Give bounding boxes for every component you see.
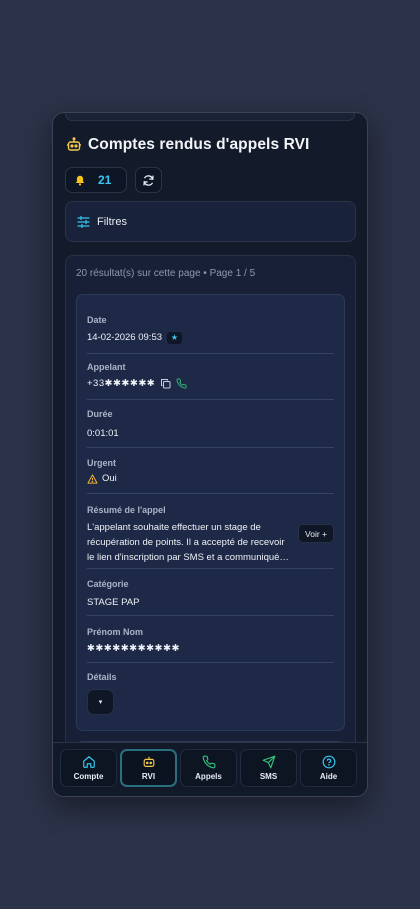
bell-icon bbox=[75, 175, 85, 186]
urgent-value: Oui bbox=[102, 473, 117, 485]
duration-value: 0:01:01 bbox=[87, 428, 119, 439]
notification-count: 21 bbox=[98, 173, 112, 187]
phone-icon bbox=[202, 755, 216, 769]
nav-sms[interactable]: SMS bbox=[240, 749, 297, 787]
duration-label: Durée bbox=[87, 409, 113, 419]
phone-call-icon[interactable] bbox=[176, 378, 187, 389]
copy-icon[interactable] bbox=[160, 378, 171, 389]
divider bbox=[87, 615, 334, 616]
urgent-label: Urgent bbox=[87, 458, 116, 468]
summary-label: Résumé de l'appel bbox=[87, 505, 166, 515]
nav-aide[interactable]: Aide bbox=[300, 749, 357, 787]
nav-rvi[interactable]: RVI bbox=[120, 749, 177, 787]
category-field: Catégorie STAGE PAP bbox=[87, 579, 334, 608]
summary-value: L'appelant souhaite effectuer un stage d… bbox=[87, 522, 289, 563]
category-label: Catégorie bbox=[87, 579, 129, 589]
nav-compte[interactable]: Compte bbox=[60, 749, 117, 787]
nav-label: Appels bbox=[195, 772, 222, 781]
nav-label: Aide bbox=[319, 772, 338, 781]
caller-label: Appelant bbox=[87, 362, 126, 372]
divider bbox=[87, 353, 334, 354]
date-value: 14-02-2026 09:53 bbox=[87, 332, 163, 344]
page-header: Comptes rendus d'appels RVI bbox=[66, 135, 357, 155]
top-bar bbox=[65, 113, 355, 121]
home-icon bbox=[82, 755, 96, 769]
details-label: Détails bbox=[87, 672, 117, 682]
date-field: Date 14-02-2026 09:53 ★ bbox=[87, 315, 334, 344]
details-expand-button[interactable]: ▾ bbox=[87, 689, 114, 715]
send-icon bbox=[262, 755, 276, 769]
summary-field: Résumé de l'appel L'appelant souhaite ef… bbox=[87, 505, 334, 565]
filters-label: Filtres bbox=[97, 215, 127, 228]
divider bbox=[87, 662, 334, 663]
nav-label: RVI bbox=[141, 772, 156, 781]
refresh-icon bbox=[142, 174, 155, 187]
warning-icon bbox=[87, 474, 98, 484]
category-value: STAGE PAP bbox=[87, 597, 140, 608]
date-label: Date bbox=[87, 315, 107, 325]
notifications-chip[interactable]: 21 bbox=[65, 167, 127, 193]
nav-label: Compte bbox=[73, 772, 104, 781]
app-frame: Comptes rendus d'appels RVI 21 Filtres 2… bbox=[52, 112, 368, 797]
name-label: Prénom Nom bbox=[87, 627, 144, 637]
divider bbox=[87, 399, 334, 400]
caller-field: Appelant +33✱✱✱✱✱✱ bbox=[87, 362, 334, 389]
divider bbox=[87, 568, 334, 569]
page-title: Comptes rendus d'appels RVI bbox=[88, 136, 310, 153]
nav-appels[interactable]: Appels bbox=[180, 749, 237, 787]
robot-icon bbox=[66, 137, 82, 153]
toolbar: 21 bbox=[65, 167, 162, 193]
name-field: Prénom Nom ✱✱✱✱✱✱✱✱✱✱✱ bbox=[87, 627, 334, 654]
bottom-nav: Compte RVI Appels SMS Aide bbox=[53, 742, 367, 796]
star-icon[interactable]: ★ bbox=[167, 332, 183, 344]
nav-label: SMS bbox=[259, 772, 278, 781]
results-summary: 20 résultat(s) sur cette page • Page 1 /… bbox=[76, 268, 256, 279]
divider bbox=[87, 447, 334, 448]
help-icon bbox=[322, 755, 336, 769]
call-record-card: Date 14-02-2026 09:53 ★ Appelant +33✱✱✱✱… bbox=[76, 294, 345, 731]
duration-field: Durée 0:01:01 bbox=[87, 409, 334, 439]
sliders-icon bbox=[77, 215, 90, 228]
robot-icon bbox=[142, 755, 156, 769]
urgent-field: Urgent Oui bbox=[87, 458, 334, 484]
filters-toggle[interactable]: Filtres bbox=[65, 201, 356, 242]
details-field: Détails ▾ bbox=[87, 672, 334, 715]
results-panel: 20 résultat(s) sur cette page • Page 1 /… bbox=[65, 255, 356, 781]
see-more-button[interactable]: Voir + bbox=[298, 524, 334, 543]
divider bbox=[87, 493, 334, 494]
caller-value: +33✱✱✱✱✱✱ bbox=[87, 377, 156, 389]
refresh-button[interactable] bbox=[135, 167, 162, 193]
name-value: ✱✱✱✱✱✱✱✱✱✱✱ bbox=[87, 643, 181, 654]
